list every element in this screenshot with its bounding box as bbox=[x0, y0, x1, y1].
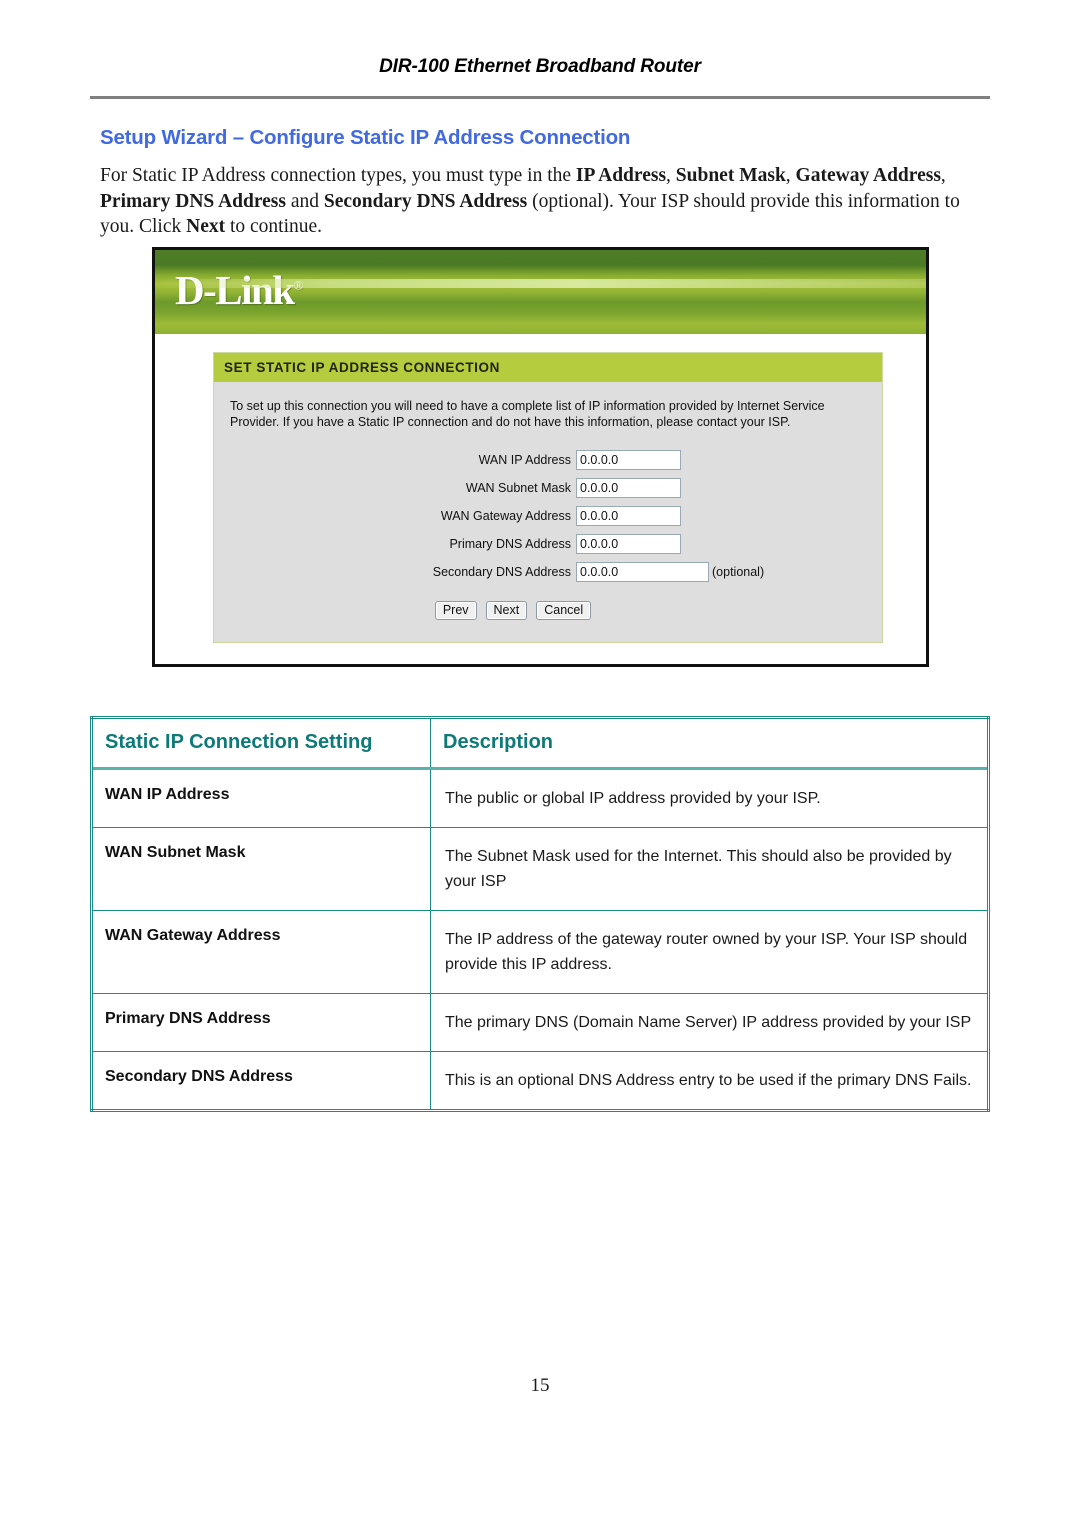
panel-title: SET STATIC IP ADDRESS CONNECTION bbox=[214, 353, 882, 382]
input-wan-gateway-address[interactable]: 0.0.0.0 bbox=[576, 506, 681, 526]
intro-text: , bbox=[785, 165, 796, 186]
intro-text: , bbox=[940, 165, 946, 186]
cell-description-wan-ip-address: The public or global IP address provided… bbox=[430, 768, 989, 828]
intro-text: For Static IP Address connection types, … bbox=[100, 165, 576, 186]
intro-term: Next bbox=[186, 216, 226, 237]
label-wan-gateway-address: WAN Gateway Address bbox=[440, 509, 571, 523]
cell-setting-wan-subnet-mask: WAN Subnet Mask bbox=[91, 827, 431, 911]
cell-setting-secondary-dns-address: Secondary DNS Address bbox=[91, 1051, 431, 1111]
intro-term: IP Address bbox=[575, 165, 667, 186]
cell-description-wan-gateway-address: The IP address of the gateway router own… bbox=[430, 910, 989, 994]
panel-description: To set up this connection you will need … bbox=[230, 399, 825, 429]
label-wan-ip-address: WAN IP Address bbox=[478, 453, 571, 467]
cell-description-wan-subnet-mask: The Subnet Mask used for the Internet. T… bbox=[430, 827, 989, 911]
panel-body: To set up this connection you will need … bbox=[214, 382, 882, 642]
input-primary-dns-address[interactable]: 0.0.0.0 bbox=[576, 534, 681, 554]
form-row-primary-dns-address: Primary DNS Address 0.0.0.0 bbox=[226, 534, 870, 554]
cell-description-secondary-dns-address: This is an optional DNS Address entry to… bbox=[430, 1051, 989, 1111]
static-ip-form: WAN IP Address 0.0.0.0 WAN Subnet Mask 0… bbox=[226, 450, 870, 582]
header-divider bbox=[90, 96, 990, 99]
running-header-title: DIR-100 Ethernet Broadband Router bbox=[379, 56, 701, 77]
table-row: WAN Gateway Address The IP address of th… bbox=[91, 910, 989, 994]
static-ip-settings-table: Static IP Connection Setting Description… bbox=[90, 716, 990, 1112]
column-header-description: Description bbox=[430, 717, 989, 770]
dlink-banner: D-Link® bbox=[155, 250, 926, 334]
form-row-wan-subnet-mask: WAN Subnet Mask 0.0.0.0 bbox=[226, 478, 870, 498]
dlink-logo-text: D-Link bbox=[175, 267, 295, 313]
form-row-wan-ip-address: WAN IP Address 0.0.0.0 bbox=[226, 450, 870, 470]
cell-setting-wan-ip-address: WAN IP Address bbox=[91, 768, 431, 828]
running-header: DIR-100 Ethernet Broadband Router bbox=[90, 56, 990, 87]
wizard-button-row: Prev Next Cancel bbox=[226, 601, 870, 620]
form-row-wan-gateway-address: WAN Gateway Address 0.0.0.0 bbox=[226, 506, 870, 526]
intro-text: , bbox=[666, 165, 676, 186]
label-secondary-dns-address: Secondary DNS Address bbox=[432, 565, 571, 579]
table-row: WAN IP Address The public or global IP a… bbox=[91, 768, 989, 828]
column-header-setting: Static IP Connection Setting bbox=[91, 717, 431, 770]
cell-setting-wan-gateway-address: WAN Gateway Address bbox=[91, 910, 431, 994]
static-ip-panel: SET STATIC IP ADDRESS CONNECTION To set … bbox=[213, 352, 883, 643]
table-row: Primary DNS Address The primary DNS (Dom… bbox=[91, 993, 989, 1052]
form-row-secondary-dns-address: Secondary DNS Address 0.0.0.0 (optional) bbox=[226, 562, 870, 582]
intro-paragraph: For Static IP Address connection types, … bbox=[100, 163, 980, 240]
label-wan-subnet-mask: WAN Subnet Mask bbox=[465, 481, 571, 495]
prev-button[interactable]: Prev bbox=[434, 601, 477, 620]
intro-term: Primary DNS Address bbox=[100, 190, 286, 212]
intro-text: and bbox=[285, 190, 324, 212]
cancel-button[interactable]: Cancel bbox=[536, 601, 592, 620]
cell-setting-primary-dns-address: Primary DNS Address bbox=[91, 993, 431, 1052]
intro-term: Gateway Address bbox=[795, 165, 941, 186]
cell-description-primary-dns-address: The primary DNS (Domain Name Server) IP … bbox=[430, 993, 989, 1052]
router-ui-screenshot: D-Link® SET STATIC IP ADDRESS CONNECTION… bbox=[152, 247, 929, 667]
next-button[interactable]: Next bbox=[485, 601, 528, 620]
intro-term: Secondary DNS Address bbox=[323, 190, 528, 212]
intro-text: to continue. bbox=[225, 216, 323, 237]
note-secondary-dns-address: (optional) bbox=[712, 565, 765, 579]
input-wan-ip-address[interactable]: 0.0.0.0 bbox=[576, 450, 681, 470]
page-title: Setup Wizard – Configure Static IP Addre… bbox=[100, 126, 631, 149]
label-primary-dns-address: Primary DNS Address bbox=[449, 537, 571, 551]
router-ui-body: SET STATIC IP ADDRESS CONNECTION To set … bbox=[155, 334, 926, 664]
intro-term: Subnet Mask bbox=[675, 165, 786, 186]
registered-mark-icon: ® bbox=[293, 277, 304, 293]
table-row: Secondary DNS Address This is an optiona… bbox=[91, 1051, 989, 1111]
dlink-logo: D-Link® bbox=[175, 266, 304, 314]
page-number: 15 bbox=[530, 1375, 550, 1396]
input-secondary-dns-address[interactable]: 0.0.0.0 bbox=[576, 562, 709, 582]
table-header-row: Static IP Connection Setting Description bbox=[91, 717, 989, 770]
table-row: WAN Subnet Mask The Subnet Mask used for… bbox=[91, 827, 989, 911]
input-wan-subnet-mask[interactable]: 0.0.0.0 bbox=[576, 478, 681, 498]
